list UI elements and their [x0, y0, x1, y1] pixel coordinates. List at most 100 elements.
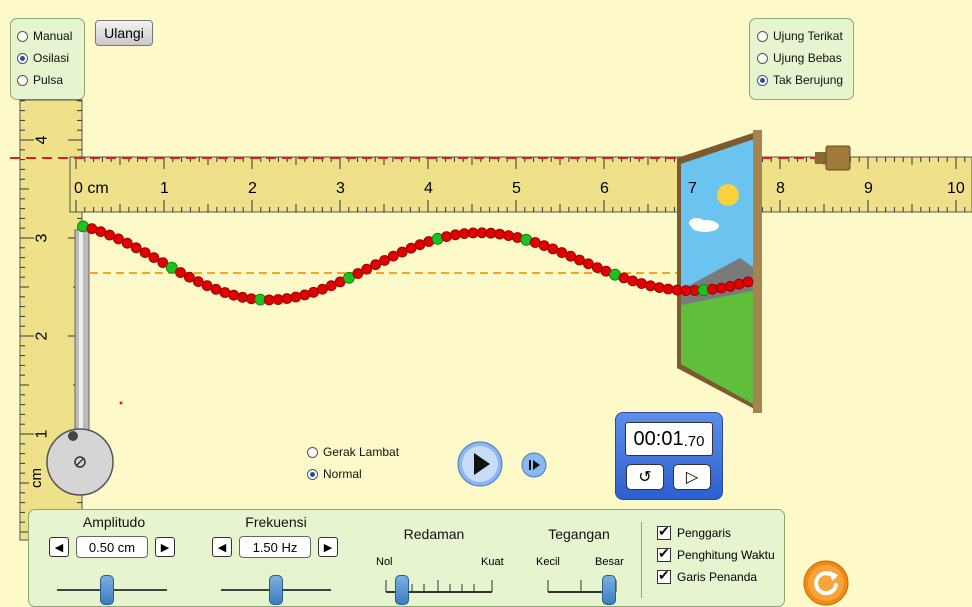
- string-bead: [228, 289, 240, 301]
- string-bead: [414, 239, 426, 251]
- checkbox-penghitung-waktu[interactable]: Penghitung Waktu: [657, 544, 775, 566]
- string-bead: [370, 259, 382, 271]
- ruler-tick-label: 5: [512, 180, 521, 197]
- string-bead: [653, 282, 665, 294]
- right-arrow-icon: ▶: [323, 541, 333, 554]
- ruler-tick-label: 10: [947, 180, 965, 197]
- checkbox-icon[interactable]: [657, 545, 671, 562]
- string-bead: [104, 229, 115, 241]
- speed-options: Gerak Lambat Normal: [307, 441, 399, 485]
- string-bead: [556, 247, 568, 258]
- string-bead: [627, 275, 639, 287]
- string-bead: [121, 237, 133, 249]
- tension-slider-thumb[interactable]: [602, 575, 616, 605]
- string-bead: [130, 242, 142, 254]
- string-bead: [210, 283, 222, 295]
- frequency-title: Frekuensi: [245, 514, 307, 530]
- ruler-tick-label: 1: [33, 429, 51, 439]
- string-bead: [263, 294, 275, 306]
- string-bead: [494, 228, 506, 240]
- frequency-increase-button[interactable]: ▶: [318, 537, 338, 557]
- string-bead: [742, 276, 754, 288]
- damping-max-label: Kuat: [481, 556, 504, 568]
- string-bead: [441, 231, 452, 243]
- panel-divider: [641, 522, 642, 598]
- amplitude-value[interactable]: 0.50 cm: [76, 536, 148, 558]
- display-toggles: Penggaris Penghitung Waktu Garis Penanda: [657, 522, 775, 588]
- tension-min-label: Kecil: [536, 556, 560, 568]
- string-bead: [95, 226, 107, 238]
- left-arrow-icon: ◀: [54, 541, 64, 554]
- checkbox-penggaris[interactable]: Penggaris: [657, 522, 775, 544]
- string-bead: [237, 291, 249, 303]
- tension-max-label: Besar: [595, 556, 624, 568]
- checkbox-icon[interactable]: [657, 523, 671, 540]
- tension-title: Tegangan: [548, 526, 610, 542]
- string-bead: [645, 280, 656, 292]
- radio-icon[interactable]: [307, 468, 318, 480]
- play-button[interactable]: [457, 441, 503, 487]
- timer-reset-button[interactable]: ↺: [626, 464, 664, 490]
- string-bead: [183, 271, 195, 283]
- ruler-tick-label: 3: [33, 233, 51, 243]
- string-bead: [281, 293, 293, 304]
- radio-normal[interactable]: Normal: [307, 463, 399, 485]
- ruler-tick-label: 4: [424, 180, 433, 197]
- string-beads[interactable]: [77, 220, 754, 306]
- string-bead: [467, 227, 479, 239]
- amplitude-title: Amplitudo: [82, 514, 146, 530]
- string-bead: [724, 280, 736, 292]
- amplitude-decrease-button[interactable]: ◀: [49, 537, 69, 557]
- frequency-value[interactable]: 1.50 Hz: [239, 536, 311, 558]
- control-panel: Amplitudo ◀ 0.50 cm ▶ Frekuensi ◀ 1.50 H…: [28, 509, 785, 607]
- reset-all-button[interactable]: [803, 560, 849, 606]
- ruler-tick-label: 9: [864, 180, 873, 197]
- string-bead: [201, 280, 213, 292]
- string-bead: [387, 250, 399, 262]
- step-button[interactable]: [521, 452, 547, 478]
- string-bead: [547, 243, 559, 255]
- right-arrow-icon: ▶: [160, 541, 170, 554]
- left-arrow-icon: ◀: [217, 541, 227, 554]
- string-bead: [716, 282, 727, 294]
- timer-start-button[interactable]: ▷: [673, 464, 711, 490]
- undo-icon: ↺: [638, 469, 652, 486]
- string-bead: [733, 278, 745, 290]
- amplitude-increase-button[interactable]: ▶: [155, 537, 175, 557]
- ruler-tick-label: 2: [33, 331, 51, 341]
- ruler-tick-label: 2: [248, 180, 257, 197]
- string-bead: [308, 286, 319, 298]
- damping-slider-thumb[interactable]: [395, 575, 410, 605]
- play-outline-icon: ▷: [685, 469, 699, 486]
- string-bead: [636, 278, 647, 289]
- ruler-tick-label: 6: [600, 180, 609, 197]
- damping-min-label: Nol: [376, 556, 393, 568]
- string-bead: [139, 247, 151, 259]
- string-bead: [148, 252, 160, 264]
- string-bead: [449, 229, 461, 241]
- radio-gerak-lambat[interactable]: Gerak Lambat: [307, 441, 399, 463]
- window-frame: [677, 130, 762, 413]
- string-bead: [361, 263, 373, 275]
- frequency-slider-thumb[interactable]: [269, 575, 283, 605]
- stopwatch[interactable]: 00:01.70 ↺ ▷: [615, 412, 723, 500]
- string-bead: [503, 230, 515, 242]
- vertical-ruler-unit: cm: [28, 468, 45, 488]
- string-bead: [574, 254, 585, 266]
- string-bead: [529, 237, 541, 248]
- string-bead: [396, 246, 408, 258]
- ruler-tick-label: 3: [336, 180, 345, 197]
- timer-display: 00:01.70: [625, 422, 713, 456]
- ruler-start-label: 0 cm: [74, 180, 109, 197]
- string-bead: [476, 227, 488, 239]
- ruler-tick-label: 1: [160, 180, 169, 197]
- string-bead: [290, 291, 302, 303]
- amplitude-slider-thumb[interactable]: [100, 575, 115, 605]
- checkbox-garis-penanda[interactable]: Garis Penanda: [657, 566, 775, 588]
- string-bead: [707, 283, 718, 295]
- frequency-decrease-button[interactable]: ◀: [212, 537, 232, 557]
- ruler-tick-label: 4: [33, 135, 51, 145]
- radio-icon[interactable]: [307, 446, 318, 458]
- string-bead: [583, 258, 594, 270]
- checkbox-icon[interactable]: [657, 567, 671, 584]
